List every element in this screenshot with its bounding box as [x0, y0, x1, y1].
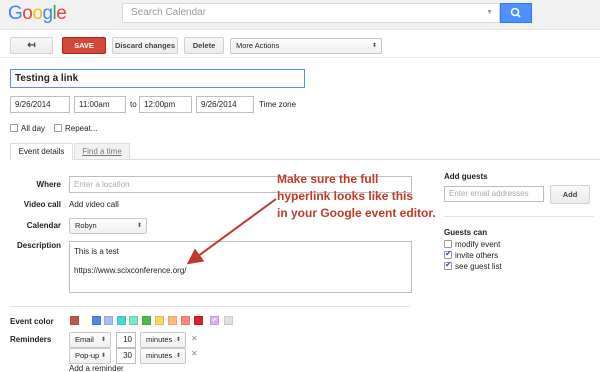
annotation-arrow-icon: [186, 198, 277, 265]
